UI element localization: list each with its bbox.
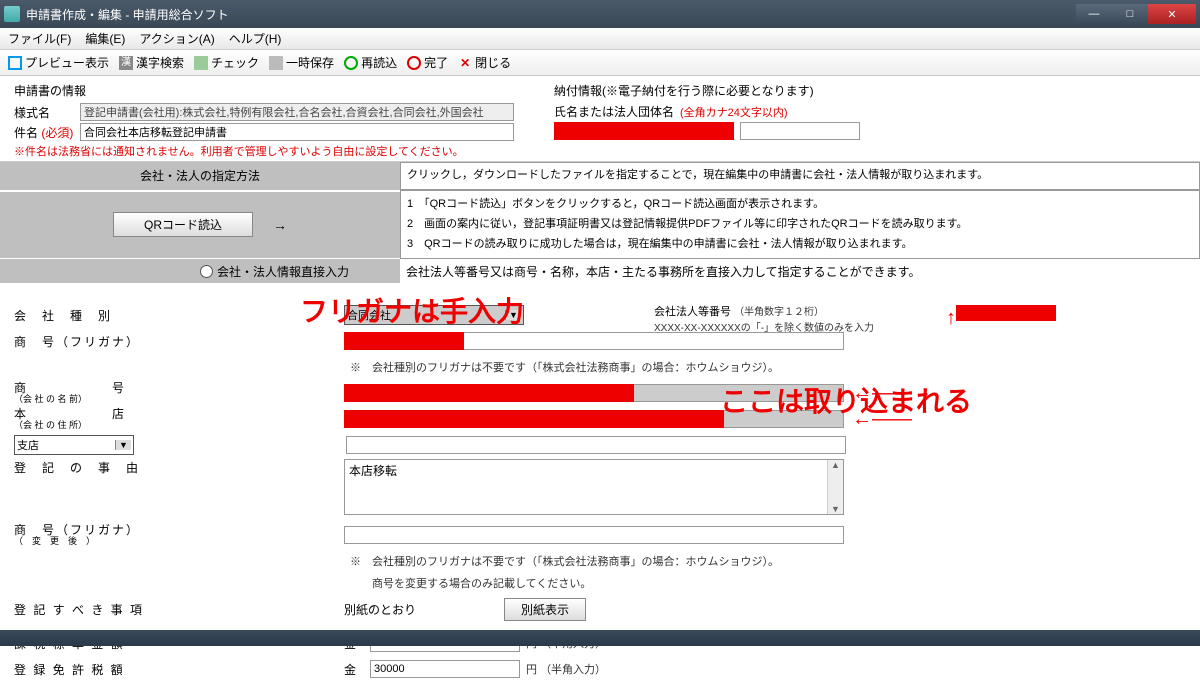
type-label: 会 社 種 別	[14, 307, 174, 324]
name-label: 氏名または法人団体名	[554, 103, 674, 120]
furigana-redacted	[344, 332, 464, 350]
arrow-up-icon: ↑	[946, 307, 956, 330]
taskbar[interactable]	[0, 630, 1200, 646]
furigana2-note2: 商号を変更する場合のみ記載してください。	[350, 575, 591, 591]
info-right-title: 納付情報(※電子納付を行う際に必要となります)	[554, 82, 1186, 99]
check-icon	[194, 56, 208, 70]
style-label: 様式名	[14, 104, 74, 121]
done-button[interactable]: 完了	[407, 54, 448, 71]
preview-icon	[8, 56, 22, 70]
qr-instructions: 1 「QRコード読込」ボタンをクリックすると，QRコード読込画面が表示されます。…	[400, 190, 1200, 259]
done-icon	[407, 56, 421, 70]
subeki-value: 別紙のとおり	[344, 601, 504, 618]
furigana-note: ※ 会社種別のフリガナは不要です（「株式会社法務商事」の場合：ホウムショウジ）。	[350, 359, 779, 375]
jiyuu-textarea[interactable]: 本店移転 ▲▼	[344, 459, 844, 515]
check-button[interactable]: チェック	[194, 54, 259, 71]
furigana2-note1: ※ 会社種別のフリガナは不要です（「株式会社法務商事」の場合：ホウムショウジ）。	[350, 553, 779, 569]
reload-button[interactable]: 再読込	[344, 54, 397, 71]
furigana-label: 商 号（フリガナ）	[14, 333, 174, 350]
close-icon: ✕	[458, 56, 472, 70]
menu-help[interactable]: ヘルプ(H)	[229, 30, 282, 47]
menkyo-label: 登 録 免 許 税 額	[14, 661, 174, 678]
menkyo-input[interactable]	[370, 660, 520, 678]
qr-read-button[interactable]: QRコード読込	[113, 212, 253, 237]
tempsave-button[interactable]: 一時保存	[269, 54, 334, 71]
info-left-title: 申請書の情報	[14, 82, 514, 99]
furigana2-input[interactable]	[344, 526, 844, 544]
direct-input-desc: 会社法人等番号又は商号・名称，本店・主たる事務所を直接入力して指定することができ…	[400, 261, 1200, 282]
yen-label-2: 円 （半角入力）	[526, 661, 606, 677]
spec-method-header: 会社・法人の指定方法	[0, 162, 400, 190]
name-input[interactable]	[740, 122, 860, 140]
corp-num-label: 会社法人等番号	[654, 306, 731, 318]
kin-label-2: 金	[344, 661, 370, 678]
shogo-label: 商 号（会 社 の 名 前）	[14, 382, 174, 405]
chevron-down-icon-2: ▼	[115, 440, 131, 450]
window-title: 申請書作成・編集 - 申請用総合ソフト	[26, 6, 229, 23]
shogo-redacted	[344, 384, 634, 402]
kenmei-input[interactable]	[80, 123, 514, 141]
annotation-furigana: フリガナは手入力	[300, 290, 524, 330]
arrow-icon: →	[273, 217, 287, 233]
honten-label: 本 店（会 社 の 住 所）	[14, 408, 174, 431]
corp-num-redacted	[956, 305, 1056, 321]
kenmei-label: 件名 (必須)	[14, 124, 74, 141]
shiten-input[interactable]	[346, 436, 846, 454]
window-close-button[interactable]: ✕	[1148, 4, 1196, 24]
preview-button[interactable]: プレビュー表示	[8, 54, 109, 71]
jiyuu-label: 登 記 の 事 由	[14, 459, 174, 476]
kanji-search-button[interactable]: 漢漢字検索	[119, 54, 184, 71]
scrollbar[interactable]: ▲▼	[827, 460, 843, 514]
honten-redacted	[344, 410, 724, 428]
menu-edit[interactable]: 編集(E)	[85, 30, 125, 47]
name-hint: (全角カナ24文字以内)	[680, 104, 788, 120]
kenmei-warning: ※件名は法務省には通知されません。利用者で管理しやすいよう自由に設定してください…	[14, 143, 514, 159]
style-input	[80, 103, 514, 121]
furigana2-label: 商 号（フリガナ）（ 変 更 後 ）	[14, 524, 174, 547]
menu-file[interactable]: ファイル(F)	[8, 30, 71, 47]
annotation-imported: ここは取り込まれる	[720, 380, 972, 420]
close-button[interactable]: ✕閉じる	[458, 54, 511, 71]
bessi-button[interactable]: 別紙表示	[504, 598, 586, 621]
direct-input-radio[interactable]	[200, 265, 213, 278]
menu-action[interactable]: アクション(A)	[139, 30, 214, 47]
kanji-icon: 漢	[119, 56, 133, 70]
reload-icon	[344, 56, 358, 70]
shiten-select[interactable]: 支店▼	[14, 435, 134, 455]
save-icon	[269, 56, 283, 70]
minimize-button[interactable]: —	[1076, 4, 1112, 24]
subeki-label: 登 記 す べ き 事 項	[14, 601, 174, 618]
name-redacted	[554, 122, 734, 140]
maximize-button[interactable]: □	[1112, 4, 1148, 24]
instruction-top: クリックし，ダウンロードしたファイルを指定することで，現在編集中の申請書に会社・…	[400, 162, 1200, 190]
app-icon	[4, 6, 20, 22]
direct-input-label: 会社・法人情報直接入力	[217, 263, 349, 280]
